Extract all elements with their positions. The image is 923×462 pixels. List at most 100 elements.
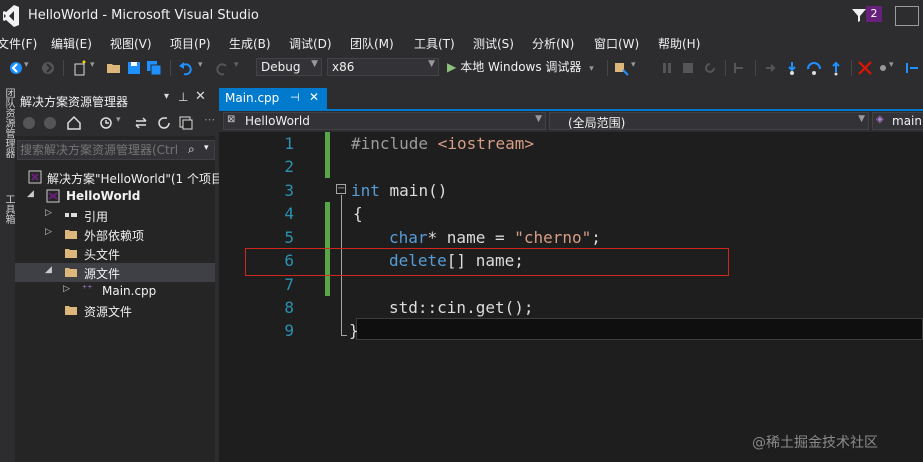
close-icon[interactable]: ✕ [195, 89, 206, 104]
tree-item-solution[interactable]: 解决方案"HelloWorld"(1 个项目) [15, 168, 228, 187]
redo-dropdown-icon[interactable]: ▾ [234, 60, 250, 76]
chevron-down-icon: ▼ [858, 114, 865, 124]
process-icon[interactable] [613, 60, 629, 76]
back-icon[interactable] [8, 60, 24, 76]
code-line-9: } [349, 321, 359, 340]
history-icon[interactable] [98, 115, 114, 131]
tree-item-references[interactable]: ▷ 引用 [15, 206, 215, 225]
collapsed-arrow-icon[interactable]: ▷ [63, 284, 70, 294]
solution-search-box[interactable]: ⌕ ▾ [17, 140, 215, 160]
pin-toolbar-icon[interactable] [904, 60, 920, 76]
new-project-icon[interactable] [72, 60, 88, 76]
folder-icon [65, 230, 77, 239]
solution-search-input[interactable] [20, 142, 180, 158]
notification-badge[interactable]: 2 [866, 6, 882, 22]
quick-launch-box[interactable] [895, 6, 919, 26]
step-over-icon[interactable] [806, 60, 822, 76]
scope-dropdown[interactable]: (全局范围) ▼ [549, 112, 869, 130]
refresh-icon[interactable] [156, 115, 172, 131]
project-dropdown[interactable]: ⊠ HelloWorld ▼ [223, 112, 546, 130]
menu-debug[interactable]: 调试(D) [289, 35, 332, 52]
menu-help[interactable]: 帮助(H) [658, 35, 700, 52]
toolbox-tab[interactable]: 工具箱 [0, 194, 15, 224]
menu-file[interactable]: 文件(F) [0, 35, 37, 52]
step-into-icon[interactable] [784, 60, 800, 76]
new-dropdown-icon[interactable]: ▾ [90, 60, 106, 76]
history-dropdown-icon[interactable]: ▾ [116, 115, 121, 125]
tree-item-label: Main.cpp [102, 284, 157, 298]
undo-dropdown-icon[interactable]: ▾ [198, 60, 214, 76]
menu-build[interactable]: 生成(B) [229, 35, 271, 52]
save-all-icon[interactable] [146, 60, 162, 76]
menu-view[interactable]: 视图(V) [110, 35, 152, 52]
expanded-arrow-icon[interactable]: ◢ [45, 265, 52, 275]
code-editor[interactable]: 1 2 3 4 5 6 7 8 9 − #include <iostream> … [219, 132, 923, 462]
more-options-icon[interactable]: ⋯ [204, 113, 215, 126]
save-icon[interactable] [126, 60, 142, 76]
menu-test[interactable]: 测试(S) [473, 35, 514, 52]
sync-icon[interactable] [133, 115, 149, 131]
window-position-icon[interactable]: ▾ [164, 91, 169, 102]
collapsed-arrow-icon[interactable]: ▷ [45, 208, 52, 218]
step-out-icon[interactable] [828, 60, 844, 76]
expanded-arrow-icon[interactable]: ◢ [27, 189, 34, 199]
close-tab-icon[interactable]: ✕ [309, 90, 319, 104]
line-number: 7 [284, 275, 294, 294]
tab-main-cpp[interactable]: Main.cpp ⊣ ✕ [219, 88, 327, 109]
solution-configuration-dropdown[interactable]: Debug ▼ [256, 58, 322, 76]
stop-icon[interactable] [680, 60, 696, 76]
pause-icon[interactable] [659, 60, 675, 76]
back-dropdown-icon[interactable]: ▾ [24, 60, 40, 76]
solution-platform-dropdown[interactable]: x86 ▼ [327, 58, 439, 76]
breakpoints-dropdown-icon[interactable]: ▾ [889, 60, 905, 76]
restart-icon[interactable] [702, 60, 718, 76]
pin-icon[interactable]: ⊥ [178, 90, 188, 104]
tree-item-project[interactable]: ◢ HelloWorld [15, 187, 215, 206]
solution-explorer-header: 解决方案资源管理器 ▾ ⊥ ✕ [15, 88, 215, 110]
collapse-all-icon[interactable] [178, 115, 194, 131]
tree-item-label: 资源文件 [84, 305, 133, 319]
search-dropdown-icon[interactable]: ▾ [204, 143, 209, 153]
menu-project[interactable]: 项目(P) [170, 35, 211, 52]
open-file-icon[interactable] [106, 60, 122, 76]
process-dropdown-icon[interactable]: ▾ [631, 60, 647, 76]
code-text: { [353, 204, 363, 223]
play-icon: ▶ [447, 60, 457, 74]
tree-item-header-files[interactable]: 头文件 [15, 244, 215, 263]
document-tab-well: Main.cpp ⊣ ✕ [219, 88, 923, 111]
forward-icon[interactable] [42, 115, 58, 131]
member-dropdown[interactable]: ◈ main() [872, 112, 923, 130]
step-back-icon[interactable] [731, 60, 747, 76]
configuration-value: Debug [261, 60, 301, 74]
tree-item-source-files[interactable]: ◢ 源文件 [15, 263, 215, 282]
tree-item-resource-files[interactable]: 资源文件 [15, 301, 215, 320]
menu-tools[interactable]: 工具(T) [414, 35, 455, 52]
menu-analyze[interactable]: 分析(N) [532, 35, 574, 52]
home-icon[interactable] [66, 115, 82, 131]
tree-item-main-cpp[interactable]: ▷ ⁺⁺ Main.cpp [15, 282, 215, 301]
menu-team[interactable]: 团队(M) [350, 35, 394, 52]
line-number: 4 [284, 204, 294, 223]
team-explorer-tab[interactable]: 团队资源管理器 [0, 88, 15, 158]
redo-icon[interactable] [214, 60, 230, 76]
back-icon[interactable] [21, 115, 37, 131]
start-debugging-button[interactable]: ▶ 本地 Windows 调试器 ▾ [447, 58, 594, 76]
tree-item-external-dependencies[interactable]: ▷ 外部依赖项 [15, 225, 215, 244]
forward-icon[interactable] [40, 60, 56, 76]
editor-navigation-bar: ⊠ HelloWorld ▼ (全局范围) ▼ ◈ main() [219, 111, 923, 132]
project-icon: ⊠ [227, 114, 236, 125]
undo-icon[interactable] [178, 60, 194, 76]
breakpoints-icon[interactable] [857, 60, 873, 76]
menu-edit[interactable]: 编辑(E) [51, 35, 92, 52]
run-label: 本地 Windows 调试器 [460, 60, 582, 74]
run-dropdown-icon[interactable]: ▾ [589, 64, 594, 74]
tree-item-label: HelloWorld [66, 189, 141, 203]
chevron-down-icon: ▼ [428, 59, 435, 69]
collapsed-arrow-icon[interactable]: ▷ [45, 227, 52, 237]
fold-guide-end [341, 335, 347, 336]
filter-icon[interactable] [851, 7, 867, 23]
pin-tab-icon[interactable]: ⊣ [290, 91, 300, 104]
menu-window[interactable]: 窗口(W) [594, 35, 639, 52]
collapse-region-icon[interactable]: − [336, 184, 346, 194]
show-next-statement-icon[interactable] [762, 60, 778, 76]
